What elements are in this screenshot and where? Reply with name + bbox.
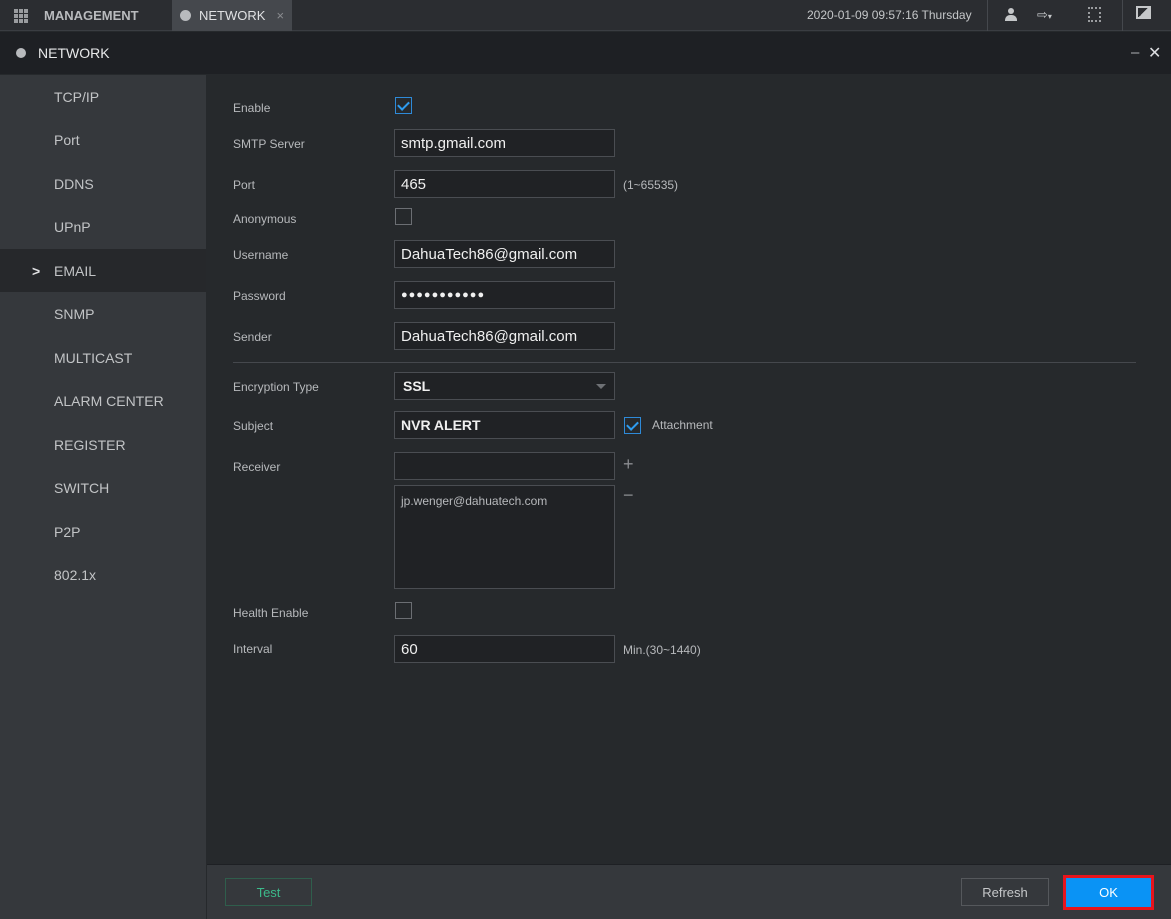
- sidebar-item-label: REGISTER: [54, 436, 126, 453]
- sidebar-item-label: TCP/IP: [54, 88, 100, 105]
- sidebar-item-label: 802.1x: [54, 566, 97, 583]
- port-input[interactable]: 465: [394, 170, 615, 198]
- sidebar-item-label: SWITCH: [54, 479, 110, 496]
- sidebar-item-label: ALARM CENTER: [54, 392, 164, 409]
- interval-label: Interval: [233, 642, 273, 656]
- password-input[interactable]: ●●●●●●●●●●●: [394, 281, 615, 309]
- sidebar: TCP/IP Port DDNS UPnP > EMAIL SNMP MULTIC…: [0, 75, 206, 919]
- globe-icon: [180, 10, 191, 21]
- attachment-checkbox[interactable]: [624, 417, 641, 434]
- chevron-right-icon: >: [32, 262, 41, 279]
- close-tab-icon[interactable]: ×: [276, 8, 284, 23]
- chevron-down-icon: [596, 384, 606, 394]
- smtp-server-label: SMTP Server: [233, 137, 305, 151]
- globe-icon: [16, 48, 26, 58]
- tab-management[interactable]: MANAGEMENT: [14, 0, 139, 31]
- username-label: Username: [233, 248, 289, 262]
- sidebar-item-multicast[interactable]: MULTICAST: [0, 336, 206, 379]
- tab-label: NETWORK: [199, 8, 266, 23]
- encryption-type-select[interactable]: SSL: [394, 372, 615, 400]
- password-label: Password: [233, 289, 286, 303]
- sidebar-item-label: DDNS: [54, 175, 94, 192]
- sidebar-item-snmp[interactable]: SNMP: [0, 292, 206, 335]
- qr-code-icon[interactable]: [1088, 7, 1101, 22]
- datetime: 2020-01-09 09:57:16 Thursday: [807, 8, 972, 22]
- enable-label: Enable: [233, 101, 271, 115]
- sidebar-item-label: SNMP: [54, 305, 95, 322]
- user-icon[interactable]: [1005, 8, 1017, 22]
- port-label: Port: [233, 178, 256, 192]
- sidebar-item-label: Port: [54, 131, 80, 148]
- receiver-input[interactable]: [394, 452, 615, 480]
- interval-input[interactable]: 60: [394, 635, 615, 663]
- health-enable-label: Health Enable: [233, 606, 309, 620]
- subject-input[interactable]: NVR ALERT: [394, 411, 615, 439]
- anonymous-checkbox[interactable]: [395, 208, 412, 225]
- sidebar-item-label: MULTICAST: [54, 349, 133, 366]
- minimize-button[interactable]: –: [1131, 44, 1139, 61]
- enable-checkbox[interactable]: [395, 97, 412, 114]
- remove-receiver-button[interactable]: −: [623, 485, 634, 506]
- sidebar-item-ddns[interactable]: DDNS: [0, 162, 206, 205]
- subject-label: Subject: [233, 419, 274, 433]
- sidebar-item-tcpip[interactable]: TCP/IP: [0, 75, 206, 118]
- username-input[interactable]: DahuaTech86@gmail.com: [394, 240, 615, 268]
- receiver-label: Receiver: [233, 460, 281, 474]
- receiver-list-item[interactable]: jp.wenger@dahuatech.com: [401, 494, 547, 508]
- smtp-server-input[interactable]: smtp.gmail.com: [394, 129, 615, 157]
- display-icon[interactable]: [1136, 6, 1151, 19]
- window-title: NETWORK: [38, 45, 110, 61]
- encryption-type-value: SSL: [403, 378, 431, 394]
- sidebar-item-switch[interactable]: SWITCH: [0, 466, 206, 509]
- close-button[interactable]: ✕: [1148, 43, 1161, 63]
- encryption-type-label: Encryption Type: [233, 380, 319, 394]
- port-range-hint: (1~65535): [623, 178, 679, 192]
- sidebar-item-p2p[interactable]: P2P: [0, 510, 206, 553]
- refresh-button[interactable]: Refresh: [961, 878, 1049, 906]
- sidebar-item-register[interactable]: REGISTER: [0, 423, 206, 466]
- footer: Test Refresh OK: [207, 864, 1171, 919]
- sidebar-item-port[interactable]: Port: [0, 118, 206, 161]
- sender-input[interactable]: DahuaTech86@gmail.com: [394, 322, 615, 350]
- receiver-list[interactable]: jp.wenger@dahuatech.com: [394, 485, 615, 589]
- anonymous-label: Anonymous: [233, 212, 297, 226]
- sender-label: Sender: [233, 330, 272, 344]
- interval-range-hint: Min.(30~1440): [623, 643, 701, 657]
- sidebar-item-alarm-center[interactable]: ALARM CENTER: [0, 379, 206, 422]
- sidebar-item-email[interactable]: > EMAIL: [0, 249, 206, 292]
- ok-button[interactable]: OK: [1063, 875, 1154, 910]
- sidebar-item-8021x[interactable]: 802.1x: [0, 553, 206, 596]
- sidebar-item-upnp[interactable]: UPnP: [0, 205, 206, 248]
- tab-network[interactable]: NETWORK ×: [172, 0, 292, 31]
- test-button[interactable]: Test: [225, 878, 312, 906]
- logout-icon[interactable]: ⇨▾: [1037, 7, 1052, 23]
- window-title-bar: NETWORK – ✕: [0, 32, 1171, 74]
- add-receiver-button[interactable]: +: [623, 454, 634, 475]
- grid-icon: [14, 8, 28, 23]
- tab-label: MANAGEMENT: [44, 8, 139, 23]
- sidebar-item-label: UPnP: [54, 218, 91, 235]
- health-enable-checkbox[interactable]: [395, 602, 412, 619]
- top-bar: MANAGEMENT NETWORK × 2020-01-09 09:57:16…: [0, 0, 1171, 31]
- divider: [233, 362, 1136, 363]
- sidebar-item-label: P2P: [54, 523, 81, 540]
- sidebar-item-label: EMAIL: [54, 262, 97, 279]
- attachment-label: Attachment: [652, 418, 713, 432]
